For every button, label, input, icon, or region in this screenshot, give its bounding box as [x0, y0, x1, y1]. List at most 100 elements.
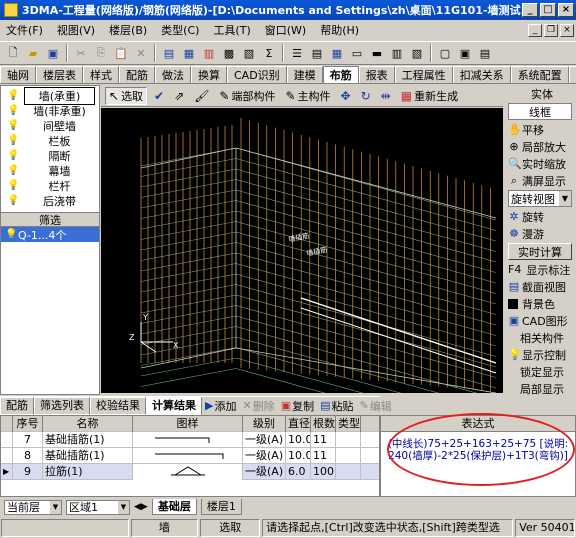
tab-modeling[interactable]: 建模 — [286, 66, 323, 83]
tab-filter-list[interactable]: 筛选列表 — [34, 396, 90, 415]
tab-deduction[interactable]: 扣减关系 — [452, 66, 511, 83]
list-icon[interactable]: ☰ — [288, 44, 306, 62]
tab-notes[interactable]: 说i — [568, 66, 576, 83]
menu-floor[interactable]: 楼层(B) — [107, 22, 149, 38]
cell-count[interactable]: 11 — [311, 447, 336, 464]
mdi-minimize-button[interactable]: _ — [528, 23, 542, 37]
component-item[interactable]: 💡 栏板 — [1, 133, 99, 148]
new-file-icon[interactable]: 🗋 — [4, 44, 22, 62]
tab-cad-recognition[interactable]: CAD识别 — [227, 66, 287, 83]
close-button[interactable]: × — [558, 3, 574, 17]
rotate-button[interactable]: ↻ — [358, 87, 374, 105]
component-item[interactable]: 💡 幕墙 — [1, 163, 99, 178]
floor-tab-1[interactable]: 楼层1 — [200, 499, 242, 515]
bulb-icon[interactable]: 💡 — [7, 120, 19, 131]
cut-icon[interactable]: ✂ — [72, 44, 90, 62]
cell-no[interactable]: 9 — [13, 463, 43, 480]
column-header[interactable]: 级别 — [243, 416, 286, 432]
pan-button[interactable]: ✋ 平移 — [504, 121, 576, 138]
paste-icon[interactable]: 📋 — [112, 44, 130, 62]
cell-grade[interactable]: 一级(A) — [243, 447, 286, 464]
bulb-icon[interactable]: 💡 — [7, 195, 19, 206]
component-item[interactable]: 💡 隔断 — [1, 148, 99, 163]
tab-rebar[interactable]: 配筋 — [0, 396, 34, 415]
bulb-icon[interactable]: 💡 — [7, 150, 19, 161]
add-button[interactable]: ▶ 添加 — [202, 398, 239, 414]
cell-type[interactable] — [336, 431, 361, 448]
column-header[interactable]: 序号 — [13, 416, 43, 432]
layers-icon[interactable]: ▤ — [308, 44, 326, 62]
delete-button[interactable]: ✕ 删除 — [239, 398, 277, 414]
local-display-button[interactable]: 局部显示 — [504, 380, 576, 397]
tab-system-config[interactable]: 系统配置 — [510, 66, 569, 83]
label-icon[interactable]: ▬ — [368, 44, 386, 62]
column-header[interactable]: 名称 — [43, 416, 133, 432]
select-button[interactable]: ↖ 选取 — [105, 86, 148, 105]
copy-icon[interactable]: ⎘ — [92, 44, 110, 62]
main-member-button[interactable]: ✎ 主构件 — [282, 87, 333, 105]
menu-window[interactable]: 窗口(W) — [263, 22, 308, 38]
mdi-close-button[interactable]: × — [560, 23, 574, 37]
tab-floor-table[interactable]: 楼层表 — [36, 66, 83, 83]
realtime-calc-button[interactable]: 实时计算 — [508, 243, 572, 260]
rotate-button[interactable]: ✲ 旋转 — [504, 208, 576, 225]
bulb-icon[interactable]: 💡 — [7, 165, 19, 176]
minimize-button[interactable]: _ — [522, 3, 538, 17]
tab-rebar-layout[interactable]: 布筋 — [322, 66, 359, 83]
component-item[interactable]: 💡 后浇带 — [1, 193, 99, 208]
tab-rebar-config[interactable]: 配筋 — [119, 66, 155, 83]
solid-mode-button[interactable]: 实体 — [504, 85, 576, 102]
regenerate-button[interactable]: ▦ 重新生成 — [398, 87, 461, 105]
pick-button[interactable]: ⇗ — [171, 87, 187, 105]
mdi-restore-button[interactable]: ❐ — [544, 23, 558, 37]
cell-shape[interactable] — [133, 447, 243, 464]
calc-icon[interactable]: ▦ — [328, 44, 346, 62]
cell-grade[interactable]: 一级(A) — [243, 463, 286, 480]
tab-calc-result[interactable]: 计算结果 — [146, 396, 202, 415]
floor-tab-base[interactable]: 基础层 — [151, 499, 197, 515]
cell-count[interactable]: 100 — [311, 463, 336, 480]
save-icon[interactable]: ▣ — [44, 44, 62, 62]
cell-grade[interactable]: 一级(A) — [243, 431, 286, 448]
cell-type[interactable] — [336, 447, 361, 464]
prev-floor-icon[interactable]: ◀▶ — [134, 502, 148, 512]
3d-viewport[interactable]: 墙插筋 墙插筋 Y Z X — [101, 108, 503, 393]
end-member-button[interactable]: ✎ 端部构件 — [216, 87, 278, 105]
cell-no[interactable]: 8 — [13, 447, 43, 464]
column-header[interactable]: 图样 — [133, 416, 243, 432]
roam-button[interactable]: ☸ 漫游 — [504, 225, 576, 242]
show-control-button[interactable]: 💡 显示控制 — [504, 346, 576, 363]
menu-view[interactable]: 视图(V) — [55, 22, 97, 38]
tab-project-props[interactable]: 工程属性 — [394, 66, 453, 83]
menu-tools[interactable]: 工具(T) — [211, 22, 252, 38]
filter-icon[interactable]: ▧ — [240, 44, 258, 62]
table-row[interactable]: 7 基础插筋(1) 一级(A) 10.0 11 — [1, 431, 379, 448]
table-row[interactable]: 8 基础插筋(1) 一级(A) 10.0 11 — [1, 447, 379, 464]
cell-no[interactable]: 7 — [13, 431, 43, 448]
cell-shape[interactable] — [133, 431, 243, 448]
menu-type[interactable]: 类型(C) — [159, 22, 201, 38]
bg-color-button[interactable]: 背景色 — [504, 295, 576, 312]
tab-style[interactable]: 样式 — [83, 66, 119, 83]
cell-name[interactable]: 基础插筋(1) — [43, 431, 133, 448]
cell-diameter[interactable]: 6.0 — [286, 463, 311, 480]
cell-shape[interactable] — [133, 463, 243, 480]
cell-name[interactable]: 基础插筋(1) — [43, 447, 133, 464]
maximize-button[interactable]: □ — [540, 3, 556, 17]
fit-screen-button[interactable]: ⌕ 满屏显示 — [504, 172, 576, 189]
bulb-icon[interactable]: 💡 — [7, 135, 19, 146]
options-icon[interactable]: ▤ — [476, 44, 494, 62]
component-item[interactable]: 💡 间壁墙 — [1, 118, 99, 133]
ruler-icon[interactable]: ▭ — [348, 44, 366, 62]
sum-icon[interactable]: Σ — [260, 44, 278, 62]
cad-graphic-button[interactable]: ▣ CAD图形 — [504, 312, 576, 329]
edit-button[interactable]: ✎ 编辑 — [357, 398, 395, 414]
section-view-button[interactable]: ▤ 截面视图 — [504, 278, 576, 295]
grid-icon[interactable]: ▩ — [220, 44, 238, 62]
wireframe-mode-button[interactable]: 线框 — [508, 103, 572, 120]
export-icon[interactable]: ▧ — [408, 44, 426, 62]
view-icon[interactable]: ▢ — [436, 44, 454, 62]
region-select[interactable]: 区域1 ▼ — [66, 499, 130, 515]
bulb-icon[interactable]: 💡 — [7, 180, 19, 191]
paint-button[interactable]: 🖌 — [191, 87, 212, 105]
